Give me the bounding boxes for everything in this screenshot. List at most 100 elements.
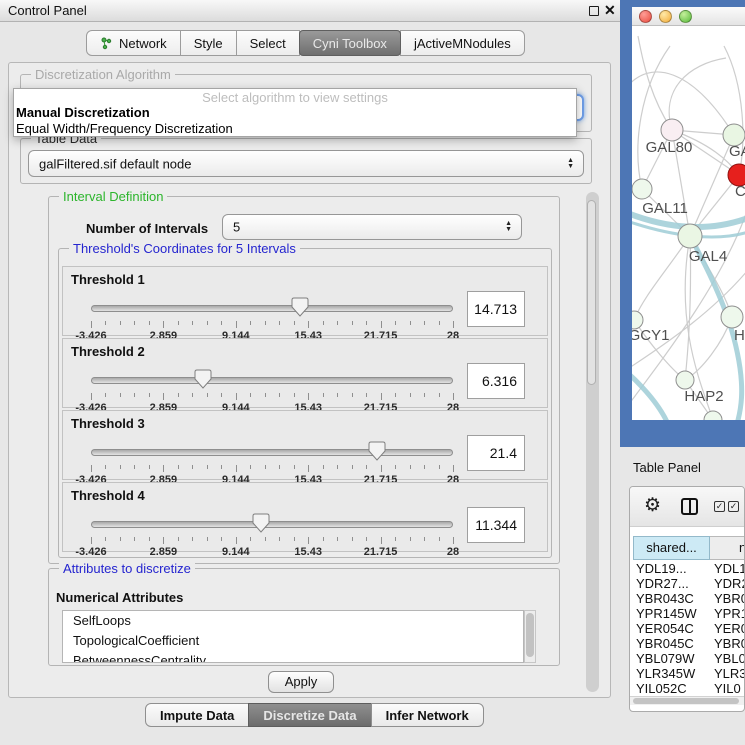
threshold-value-field[interactable]: 11.344 [467, 507, 525, 543]
tab-label: Style [194, 36, 223, 51]
slider-tick [337, 537, 338, 541]
attributes-list-scrollbar[interactable] [524, 610, 536, 663]
slider-tick [134, 537, 135, 541]
table-row[interactable]: YBR045C YBR0 [630, 636, 745, 651]
cell-shared-name[interactable]: YBR043C [636, 591, 694, 606]
slider-tick [424, 537, 425, 541]
cell-name[interactable]: YLR3 [714, 666, 745, 681]
cell-name[interactable]: YDR2 [714, 576, 745, 591]
attribute-item-selfloops[interactable]: SelfLoops [63, 611, 523, 631]
close-icon[interactable]: ✕ [604, 2, 616, 19]
cell-name[interactable]: YPR1 [714, 606, 745, 621]
cell-shared-name[interactable]: YDL19... [636, 561, 687, 576]
slider-tick [381, 393, 382, 400]
table-row[interactable]: YER054C YER0 [630, 621, 745, 636]
cell-shared-name[interactable]: YBR045C [636, 636, 694, 651]
network-node-gal80[interactable] [661, 119, 683, 141]
cell-shared-name[interactable]: YER054C [636, 621, 694, 636]
scrollbar-thumb[interactable] [633, 698, 739, 704]
slider-track[interactable] [91, 521, 453, 528]
apply-button[interactable]: Apply [268, 671, 334, 693]
slider-track[interactable] [91, 449, 453, 456]
network-node-hap2[interactable] [676, 371, 694, 389]
screen: Control Panel ✕ NetworkStyleSelectCyni T… [0, 0, 745, 745]
table-row[interactable]: YDL19... YDL1 [630, 561, 745, 576]
slider-tick [337, 393, 338, 397]
network-canvas[interactable]: GAL80GACGAL11GAL4GCY1HHAP2 [632, 26, 745, 420]
columns-icon[interactable] [681, 498, 698, 515]
column-header-shared[interactable]: shared... [633, 536, 710, 560]
slider-track[interactable] [91, 305, 453, 312]
minimize-traffic-light[interactable] [659, 10, 672, 23]
attribute-item-betweennesscentrality[interactable]: BetweennessCentrality [63, 651, 523, 663]
zoom-traffic-light[interactable] [679, 10, 692, 23]
tab-impute-data[interactable]: Impute Data [145, 703, 249, 727]
number-of-intervals-value: 5 [233, 220, 240, 235]
scrollbar-thumb[interactable] [587, 200, 596, 385]
network-node[interactable] [704, 411, 722, 420]
checkbox-icon[interactable]: ✓ [728, 501, 739, 512]
threshold-slider[interactable]: -3.4262.8599.14415.4321.71528 [91, 513, 453, 553]
tab-cyni-toolbox[interactable]: Cyni Toolbox [299, 30, 401, 56]
cell-shared-name[interactable]: YLR345W [636, 666, 695, 681]
table-row[interactable]: YIL052C YIL0 [630, 681, 745, 696]
cell-shared-name[interactable]: YPR145W [636, 606, 697, 621]
slider-thumb[interactable] [252, 513, 270, 538]
checkbox-icon[interactable]: ✓ [714, 501, 725, 512]
tab-network[interactable]: Network [86, 30, 181, 56]
table-data-combobox[interactable]: galFiltered.sif default node ▲▼ [28, 150, 584, 177]
slider-thumb[interactable] [368, 441, 386, 466]
threshold-slider[interactable]: -3.4262.8599.14415.4321.71528 [91, 297, 453, 337]
table-row[interactable]: YBL079W YBL0 [630, 651, 745, 666]
network-graph: GAL80GACGAL11GAL4GCY1HHAP2 [632, 26, 745, 420]
attribute-item-topologicalcoefficient[interactable]: TopologicalCoefficient [63, 631, 523, 651]
threshold-value-field[interactable]: 14.713 [467, 291, 525, 327]
table-row[interactable]: YDR27... YDR2 [630, 576, 745, 591]
threshold-slider[interactable]: -3.4262.8599.14415.4321.71528 [91, 369, 453, 409]
threshold-value-field[interactable]: 6.316 [467, 363, 525, 399]
tab-select[interactable]: Select [236, 30, 300, 56]
panel-vertical-scrollbar[interactable] [586, 192, 599, 692]
slider-tick [323, 465, 324, 469]
slider-tick [395, 393, 396, 397]
slider-tick [236, 393, 237, 400]
cell-name[interactable]: YBL0 [714, 651, 745, 666]
menu-item-equal-width-frequency[interactable]: Equal Width/Frequency Discretization [16, 121, 233, 136]
float-window-icon[interactable] [589, 6, 599, 16]
tab-jactivemnodules[interactable]: jActiveMNodules [400, 30, 525, 56]
cell-name[interactable]: YBR0 [714, 636, 745, 651]
network-node-h[interactable] [721, 306, 743, 328]
threshold-slider[interactable]: -3.4262.8599.14415.4321.71528 [91, 441, 453, 481]
cell-shared-name[interactable]: YDR27... [636, 576, 689, 591]
menu-item-manual-discretization[interactable]: Manual Discretization [16, 105, 150, 120]
slider-thumb[interactable] [291, 297, 309, 322]
cell-name[interactable]: YBR0 [714, 591, 745, 606]
tab-infer-network[interactable]: Infer Network [371, 703, 484, 727]
slider-tick [250, 537, 251, 541]
table-row[interactable]: YPR145W YPR1 [630, 606, 745, 621]
cell-name[interactable]: YDL1 [714, 561, 745, 576]
threshold-value-field[interactable]: 21.4 [467, 435, 525, 471]
tab-style[interactable]: Style [180, 30, 237, 56]
slider-tick [192, 321, 193, 325]
slider-tick [410, 465, 411, 469]
network-node-gal11[interactable] [632, 179, 652, 199]
cell-name[interactable]: YER0 [714, 621, 745, 636]
slider-tick [424, 321, 425, 325]
gear-icon[interactable]: ⚙ [644, 494, 661, 517]
slider-track[interactable] [91, 377, 453, 384]
number-of-intervals-combobox[interactable]: 5 ▲▼ [222, 214, 522, 240]
cell-name[interactable]: YIL0 [714, 681, 741, 696]
numerical-attributes-list[interactable]: SelfLoopsTopologicalCoefficientBetweenne… [62, 610, 524, 663]
table-row[interactable]: YBR043C YBR0 [630, 591, 745, 606]
cell-shared-name[interactable]: YBL079W [636, 651, 695, 666]
tab-discretize-data[interactable]: Discretize Data [248, 703, 371, 727]
table-row[interactable]: YLR345W YLR3 [630, 666, 745, 681]
bottom-tabbar: Impute DataDiscretize DataInfer Network [145, 703, 484, 727]
table-horizontal-scrollbar[interactable] [630, 696, 745, 705]
slider-thumb[interactable] [194, 369, 212, 394]
column-header-name[interactable]: na [710, 536, 745, 560]
cell-shared-name[interactable]: YIL052C [636, 681, 687, 696]
network-node-gal4[interactable] [678, 224, 702, 248]
close-traffic-light[interactable] [639, 10, 652, 23]
